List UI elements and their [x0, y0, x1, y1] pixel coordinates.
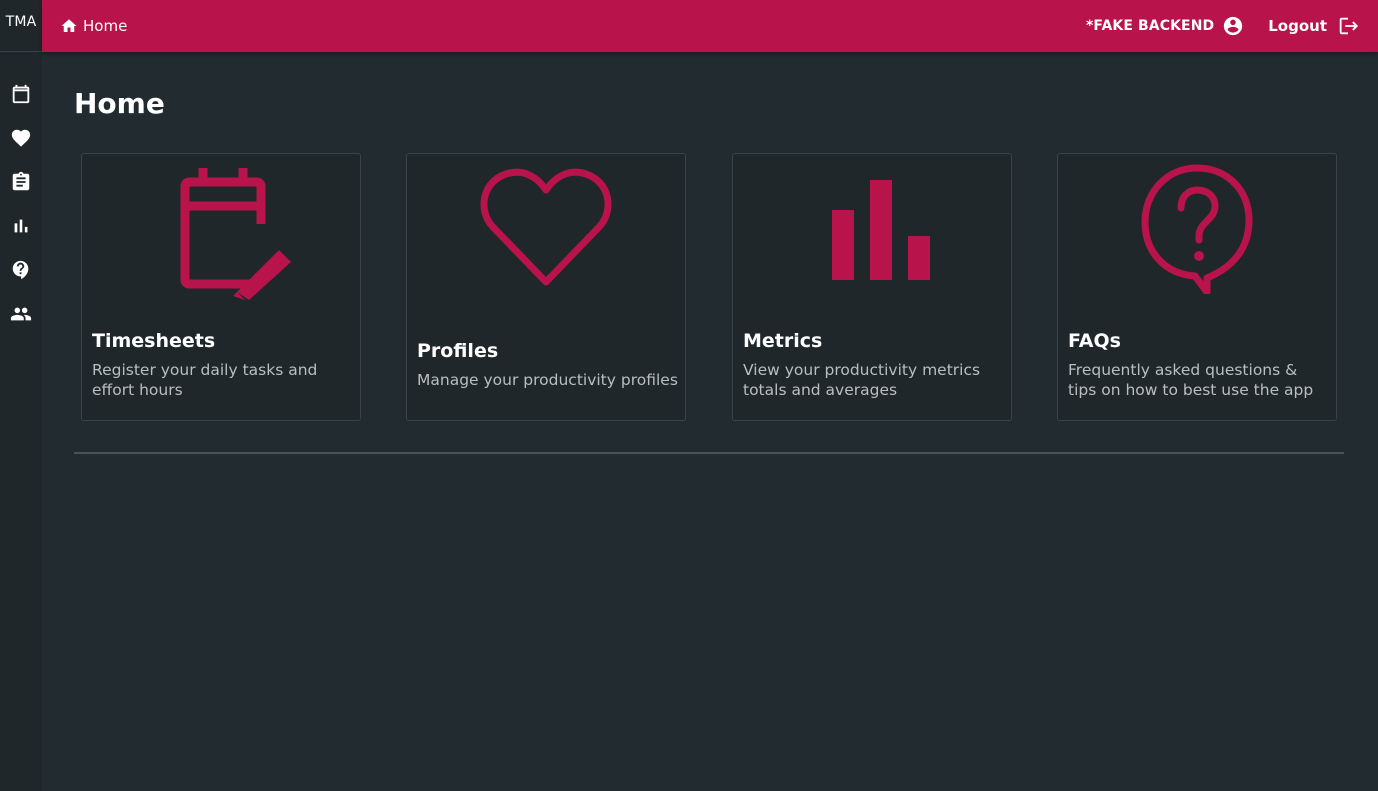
card-metrics-title: Metrics [743, 330, 823, 352]
card-faqs-title: FAQs [1068, 330, 1121, 352]
card-timesheets-icon-area [82, 164, 360, 300]
card-timesheets-title: Timesheets [92, 330, 216, 352]
card-faqs[interactable]: FAQs Frequently asked questions & tips o… [1057, 153, 1337, 421]
rail-item-metrics[interactable] [0, 204, 42, 248]
main-content: Home Timesheets Register your daily task… [42, 52, 1378, 791]
card-metrics-icon-area [733, 164, 1011, 294]
rail-item-faqs[interactable] [0, 248, 42, 292]
help-icon [12, 260, 29, 280]
card-faqs-description: Frequently asked questions & tips on how… [1068, 361, 1314, 399]
breadcrumb-label: Home [83, 17, 128, 35]
calendar-icon [12, 84, 30, 104]
bar-chart-icon [832, 180, 930, 280]
backend-label: *FAKE BACKEND [1086, 18, 1215, 34]
calendar-edit-icon [180, 168, 291, 300]
card-profiles[interactable]: Profiles Manage your productivity profil… [406, 153, 686, 421]
rail-item-tasks[interactable] [0, 160, 42, 204]
heart-icon [11, 129, 31, 147]
logout-button[interactable]: Logout [1268, 15, 1359, 37]
card-grid: Timesheets Register your daily tasks and… [81, 153, 1341, 421]
page-title: Home [74, 87, 165, 120]
rail-item-profiles[interactable] [0, 116, 42, 160]
app-brand[interactable]: TMA [0, 0, 42, 52]
logout-label: Logout [1268, 17, 1327, 35]
heart-outline-icon [480, 168, 612, 286]
side-rail: TMA [0, 0, 42, 791]
account-circle-icon [1224, 16, 1243, 36]
question-bubble-icon [1141, 164, 1253, 294]
card-profiles-title: Profiles [417, 340, 499, 362]
card-timesheets[interactable]: Timesheets Register your daily tasks and… [81, 153, 361, 421]
card-profiles-description: Manage your productivity profiles [417, 371, 678, 389]
top-bar: Home *FAKE BACKEND Logout [42, 0, 1378, 52]
card-metrics[interactable]: Metrics View your productivity metrics t… [732, 153, 1012, 421]
home-icon [61, 19, 77, 32]
backend-indicator[interactable]: *FAKE BACKEND [1086, 15, 1244, 37]
rail-item-people[interactable] [0, 292, 42, 336]
card-profiles-icon-area [407, 164, 685, 294]
clipboard-icon [12, 171, 30, 191]
logout-icon [1339, 17, 1359, 35]
rail-nav [0, 52, 42, 336]
content-divider [74, 452, 1344, 454]
card-timesheets-description: Register your daily tasks and effort hou… [92, 361, 318, 399]
card-metrics-description: View your productivity metrics totals an… [743, 361, 981, 399]
top-right-actions: *FAKE BACKEND Logout [1086, 15, 1378, 37]
bar-chart-icon [14, 219, 28, 233]
people-icon [10, 307, 32, 321]
rail-item-timesheets[interactable] [0, 72, 42, 116]
card-faqs-icon-area [1058, 164, 1336, 294]
breadcrumb-home[interactable]: Home [42, 17, 127, 35]
